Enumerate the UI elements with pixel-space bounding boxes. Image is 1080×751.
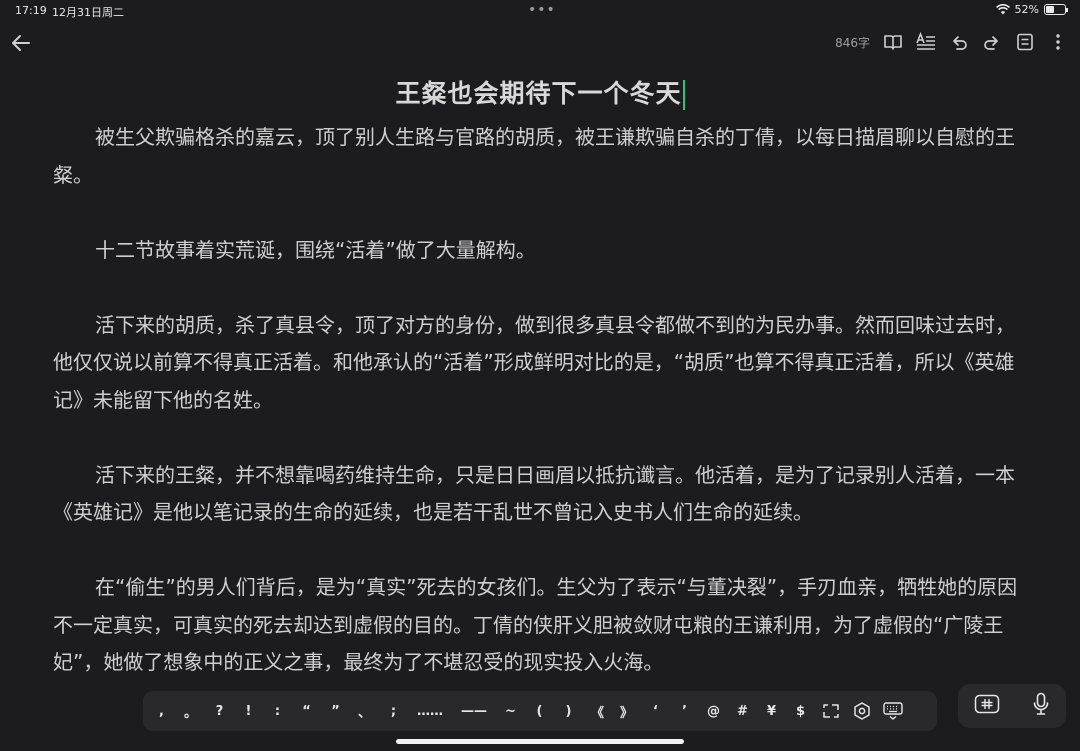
format-text-button[interactable] (914, 30, 938, 54)
word-count: 846字 (835, 35, 870, 50)
key-em-dash[interactable]: —— (452, 691, 496, 731)
key-left-book-title[interactable]: 《 (583, 691, 612, 731)
key-tilde[interactable]: ~ (496, 691, 525, 731)
status-indicators: 52% (995, 3, 1068, 16)
keyboard-side-panel (958, 684, 1066, 728)
status-bar: 17:19 12月31日周二 ••• 52% (0, 0, 1080, 22)
key-hash[interactable]: # (728, 691, 757, 731)
home-indicator[interactable] (396, 739, 684, 744)
key-comma[interactable]: , (147, 691, 176, 731)
convert-button[interactable] (815, 691, 846, 731)
key-dollar[interactable]: $ (786, 691, 815, 731)
key-right-quote[interactable]: ” (321, 691, 350, 731)
document-title-text[interactable]: 王粲也会期待下一个冬天 (395, 79, 681, 108)
multitasking-dots-icon[interactable]: ••• (528, 2, 556, 18)
document-title[interactable]: 王粲也会期待下一个冬天 (0, 74, 1080, 110)
key-semicolon[interactable]: ; (379, 691, 408, 731)
paragraph[interactable]: 活下来的王粲，并不想靠喝药维持生命，只是日日画眉以抵抗谶言。他活着，是为了记录别… (53, 457, 1028, 532)
arrow-left-icon (12, 35, 30, 51)
key-right-single-quote[interactable]: ’ (670, 691, 699, 731)
key-period[interactable]: 。 (176, 691, 205, 731)
keyboard-hide-icon (882, 702, 903, 720)
document-body[interactable]: 被生父欺骗格杀的嘉云，顶了别人生路与官路的胡质，被王谦欺骗自杀的丁倩，以每日描眉… (53, 119, 1028, 719)
redo-button[interactable] (980, 30, 1004, 54)
battery-percent: 52% (1014, 3, 1039, 16)
book-icon (884, 35, 902, 50)
outline-button[interactable] (1013, 30, 1037, 54)
key-right-book-title[interactable]: 》 (612, 691, 641, 731)
paragraph[interactable]: 在“偷生”的男人们背后，是为“真实”死去的女孩们。生父为了表示“与董决裂”，手刃… (53, 569, 1028, 682)
key-ellipsis[interactable]: …… (408, 691, 452, 731)
microphone-icon (1033, 692, 1049, 715)
key-right-paren[interactable]: ) (554, 691, 583, 731)
settings-hex-icon (853, 702, 870, 720)
convert-icon (822, 704, 839, 718)
key-left-single-quote[interactable]: ‘ (641, 691, 670, 731)
key-yen[interactable]: ¥ (757, 691, 786, 731)
key-at[interactable]: @ (699, 691, 728, 731)
status-time: 17:19 (15, 4, 47, 17)
input-method-button[interactable] (974, 694, 1000, 718)
more-options-button[interactable] (1046, 30, 1070, 54)
battery-icon (1044, 4, 1068, 15)
editor-toolbar: 846字 (0, 28, 1080, 58)
text-cursor (682, 80, 685, 110)
document-list-icon (1017, 33, 1033, 51)
input-method-icon (974, 694, 1000, 714)
reading-mode-button[interactable] (881, 30, 905, 54)
punctuation-bar: , 。 ? ! : “ ” 、 ; …… —— ~ ( ) 《 》 ‘ ’ @ … (143, 691, 937, 731)
more-vertical-icon (1056, 34, 1060, 50)
key-question[interactable]: ? (205, 691, 234, 731)
key-exclamation[interactable]: ! (234, 691, 263, 731)
text-format-icon (916, 32, 935, 50)
undo-button[interactable] (947, 30, 971, 54)
key-enumeration-comma[interactable]: 、 (350, 691, 379, 731)
key-colon[interactable]: : (263, 691, 292, 731)
hide-keyboard-button[interactable] (877, 691, 908, 731)
redo-icon (984, 36, 998, 50)
key-left-quote[interactable]: “ (292, 691, 321, 731)
wifi-icon (995, 4, 1010, 15)
undo-icon (953, 36, 967, 50)
status-date: 12月31日周二 (52, 6, 124, 19)
paragraph[interactable]: 被生父欺骗格杀的嘉云，顶了别人生路与官路的胡质，被王谦欺骗自杀的丁倩，以每日描眉… (53, 119, 1028, 194)
voice-input-button[interactable] (1032, 692, 1050, 720)
paragraph[interactable]: 十二节故事着实荒诞，围绕“活着”做了大量解构。 (53, 232, 1028, 270)
back-button[interactable] (8, 30, 36, 56)
key-left-paren[interactable]: ( (525, 691, 554, 731)
paragraph[interactable]: 活下来的胡质，杀了真县令，顶了对方的身份，做到很多真县令都做不到的为民办事。然而… (53, 307, 1028, 420)
keyboard-settings-button[interactable] (846, 691, 877, 731)
